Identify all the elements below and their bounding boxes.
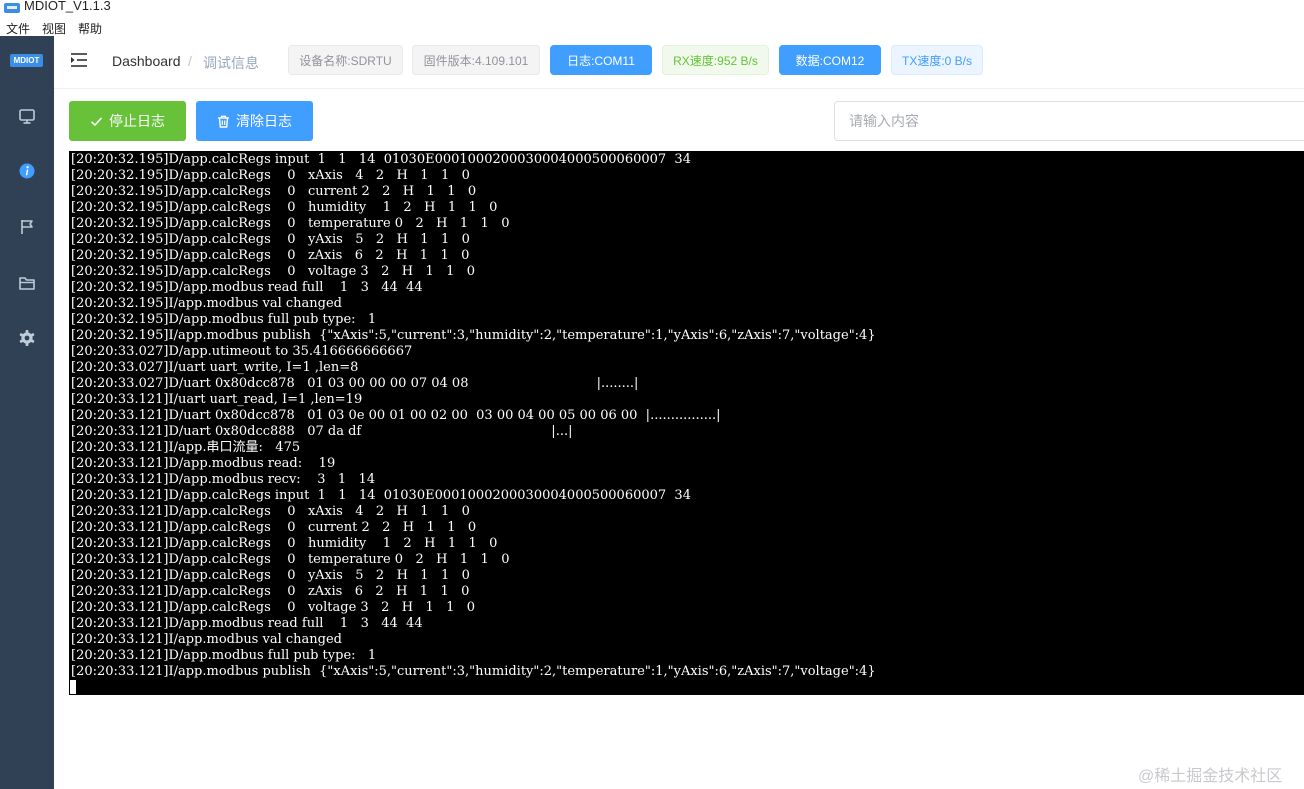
log-line: [20:20:32.195]I/app.modbus publish {"xAx… [71,328,876,343]
log-line: [20:20:32.195]D/app.calcRegs 0 zAxis 6 2… [71,248,470,263]
breadcrumb-home[interactable]: Dashboard [112,53,181,69]
menu-file[interactable]: 文件 [6,20,30,37]
log-line: [20:20:33.121]D/uart 0x80dcc888 07 da df… [71,424,573,439]
sidebar-item-monitor[interactable] [17,106,37,126]
log-line: [20:20:32.195]D/app.calcRegs 0 yAxis 5 2… [71,232,470,247]
terminal-cursor [70,680,76,694]
window-titlebar: MDIOT_V1.1.3 [0,0,1304,18]
check-icon [90,116,103,126]
menu-toggle-icon[interactable] [70,52,88,68]
log-line: [20:20:32.195]D/app.calcRegs 0 xAxis 4 2… [71,168,470,183]
log-line: [20:20:33.121]D/app.modbus recv: 3 1 14 [71,472,376,487]
log-line: [20:20:33.121]D/app.calcRegs 0 voltage 3… [71,600,476,615]
breadcrumb-current: 调试信息 [203,55,259,71]
rx-speed-tag: RX速度:952 B/s [662,45,769,75]
breadcrumb-separator: / [188,53,192,69]
folder-icon [19,277,35,290]
log-line: [20:20:33.121]I/app.串口流量: 475 [71,440,301,455]
log-line: [20:20:33.027]D/uart 0x80dcc878 01 03 00… [71,376,639,391]
log-line: [20:20:32.195]D/app.calcRegs 0 temperatu… [71,216,510,231]
device-name-tag: 设备名称:SDRTU [288,45,403,75]
log-line: [20:20:32.195]D/app.calcRegs input 1 1 1… [71,152,691,167]
clear-log-button[interactable]: 清除日志 [196,101,313,141]
log-port-tag[interactable]: 日志:COM11 [550,45,652,75]
stop-log-button[interactable]: 停止日志 [69,101,186,141]
log-line: [20:20:33.121]I/uart uart_read, I=1 ,len… [71,392,363,407]
log-line: [20:20:33.121]I/app.modbus publish {"xAx… [71,664,876,679]
window-title: MDIOT_V1.1.3 [24,0,111,13]
log-line: [20:20:33.121]D/app.calcRegs 0 current 2… [71,520,477,535]
clear-log-label: 清除日志 [236,113,292,129]
log-line: [20:20:33.121]D/app.calcRegs 0 humidity … [71,536,498,551]
log-line: [20:20:32.195]D/app.modbus full pub type… [71,312,377,327]
sidebar-item-folder[interactable] [17,273,37,293]
sidebar-item-flag[interactable] [17,217,37,237]
monitor-icon [19,109,35,124]
info-icon [19,163,35,179]
log-terminal[interactable]: [20:20:32.195]D/app.calcRegs input 1 1 1… [69,151,1304,695]
log-line: [20:20:33.121]D/app.calcRegs 0 yAxis 5 2… [71,568,470,583]
log-line: [20:20:32.195]D/app.calcRegs 0 current 2… [71,184,477,199]
log-line: [20:20:32.195]D/app.modbus read full 1 3… [71,280,423,295]
log-line: [20:20:32.195]D/app.calcRegs 0 voltage 3… [71,264,476,279]
sidebar-item-settings[interactable] [17,328,37,348]
menubar: 文件 视图 帮助 [0,18,1304,36]
log-line: [20:20:33.121]D/app.modbus full pub type… [71,648,377,663]
trash-icon [218,115,229,128]
log-line: [20:20:33.121]D/uart 0x80dcc878 01 03 0e… [71,408,721,423]
log-line: [20:20:33.121]I/app.modbus val changed [71,632,342,647]
gear-icon [19,330,35,346]
data-port-tag[interactable]: 数据:COM12 [779,45,881,75]
watermark: @稀土掘金技术社区 [1138,768,1283,785]
firmware-version-tag: 固件版本:4.109.101 [412,45,540,75]
sidebar-item-info[interactable] [17,161,37,181]
sidebar-brand-logo[interactable]: MDIOT [10,54,43,67]
log-line-list: [20:20:32.195]D/app.calcRegs input 1 1 1… [71,152,876,680]
log-line: [20:20:33.121]D/app.calcRegs 0 zAxis 6 2… [71,584,470,599]
log-line: [20:20:33.121]D/app.modbus read full 1 3… [71,616,423,631]
log-line: [20:20:33.027]D/app.utimeout to 35.41666… [71,344,413,359]
log-line: [20:20:32.195]D/app.calcRegs 0 humidity … [71,200,498,215]
log-line: [20:20:33.121]D/app.modbus read: 19 [71,456,336,471]
log-filter-input[interactable] [834,101,1304,141]
log-line: [20:20:33.121]D/app.calcRegs input 1 1 1… [71,488,691,503]
menu-help[interactable]: 帮助 [78,20,102,37]
tx-speed-tag: TX速度:0 B/s [891,45,983,75]
log-line: [20:20:33.027]I/uart uart_write, I=1 ,le… [71,360,359,375]
flag-icon [21,220,33,234]
top-header: Dashboard / 调试信息 设备名称:SDRTU 固件版本:4.109.1… [54,36,1304,89]
log-line: [20:20:32.195]I/app.modbus val changed [71,296,342,311]
log-line: [20:20:33.121]D/app.calcRegs 0 xAxis 4 2… [71,504,470,519]
log-line: [20:20:33.121]D/app.calcRegs 0 temperatu… [71,552,510,567]
app-logo-icon [4,3,20,13]
stop-log-label: 停止日志 [109,113,165,129]
sidebar: MDIOT [0,36,54,789]
menu-view[interactable]: 视图 [42,20,66,37]
